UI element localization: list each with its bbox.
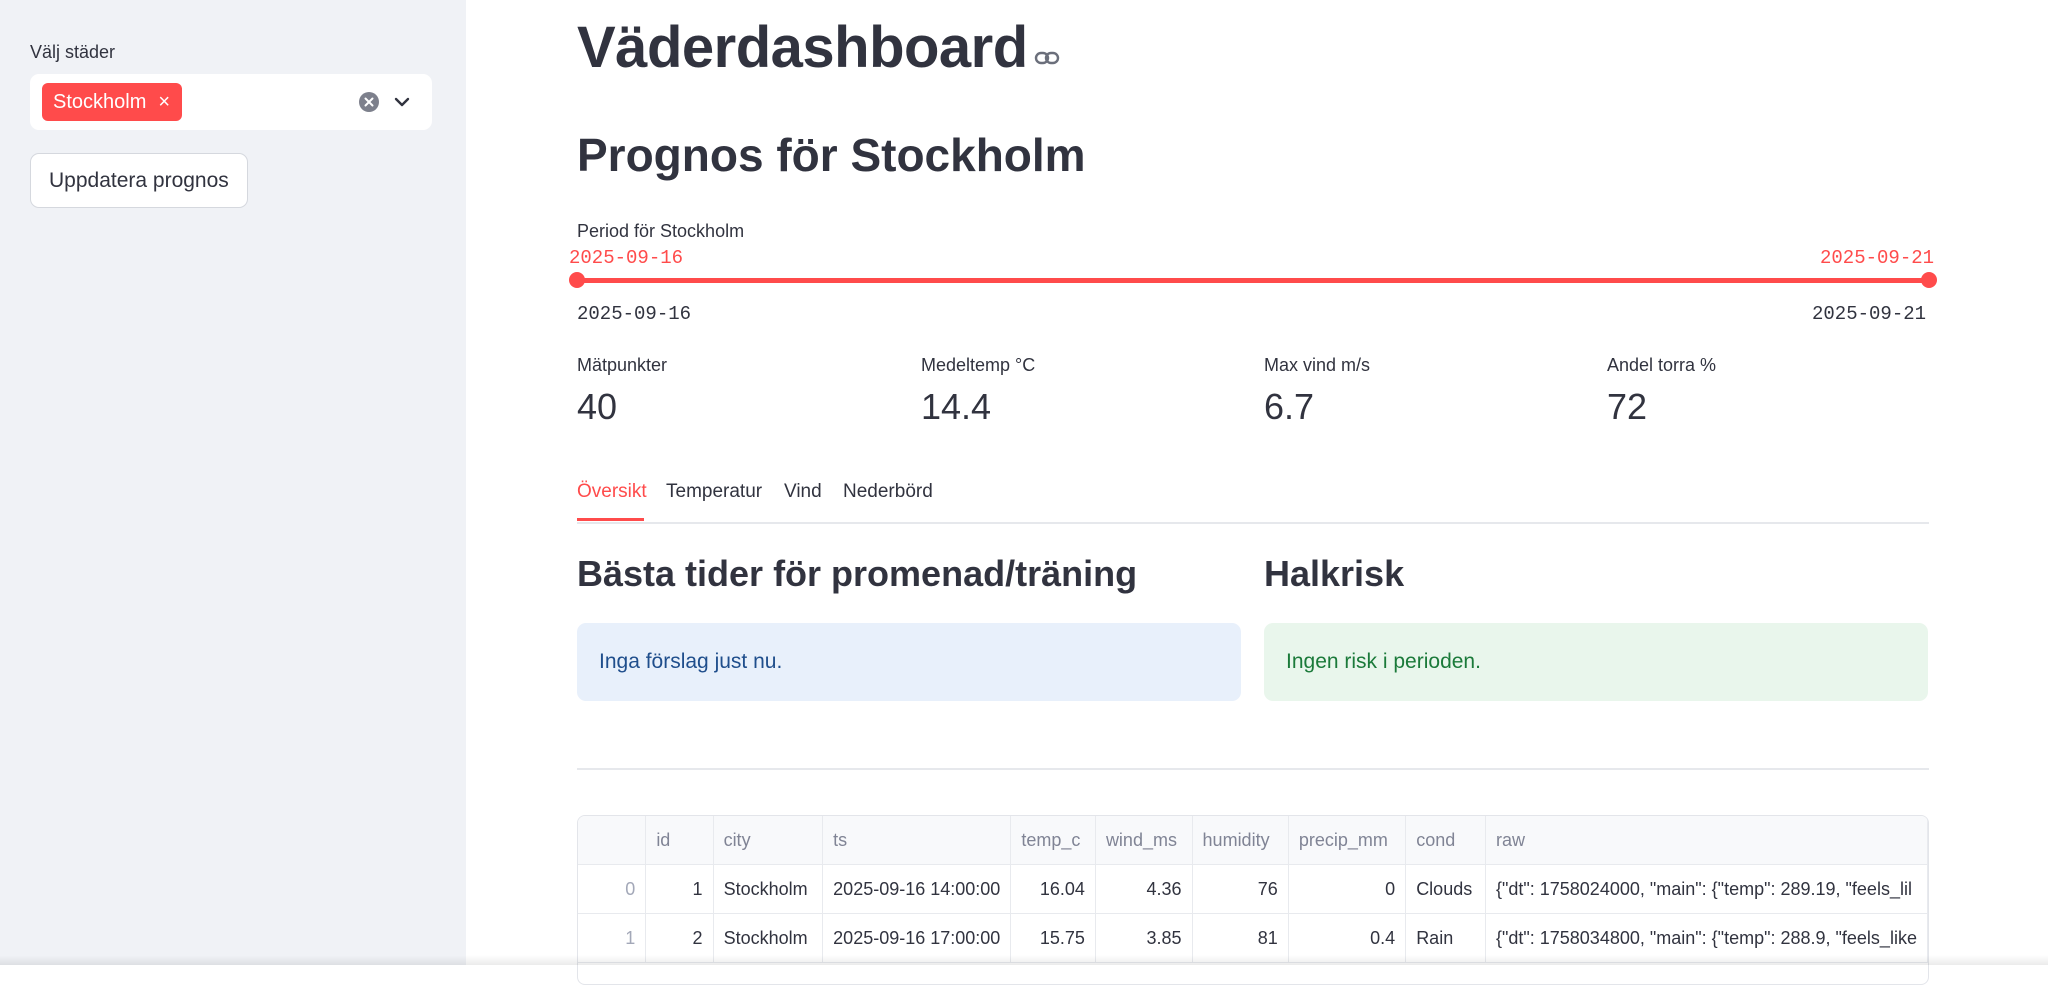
tab-vind[interactable]: Vind <box>784 481 822 503</box>
update-forecast-button[interactable]: Uppdatera prognos <box>30 153 248 208</box>
table-row[interactable]: 1 2 Stockholm 2025-09-16 17:00:00 15.75 … <box>578 913 1928 963</box>
slider-min-label: 2025-09-16 <box>577 303 692 325</box>
column-header-precip[interactable]: precip_mm <box>1288 816 1407 865</box>
slider-start-handle[interactable] <box>569 272 585 288</box>
range-start-value: 2025-09-16 <box>569 247 684 269</box>
metric-value: 72 <box>1607 386 1648 427</box>
metric-dry-share: Andel torra % 72 <box>1607 355 1716 428</box>
info-message: Inga förslag just nu. <box>599 650 783 673</box>
tab-oversikt[interactable]: Översikt <box>577 481 647 503</box>
tab-temperatur[interactable]: Temperatur <box>666 481 762 503</box>
clear-icon[interactable] <box>358 91 380 113</box>
metric-label: Mätpunkter <box>577 355 668 375</box>
divider <box>577 768 1929 770</box>
cell-city: Stockholm <box>713 913 824 963</box>
column-header-raw[interactable]: raw <box>1485 816 1928 865</box>
metric-label: Medeltemp °C <box>921 355 1036 375</box>
active-tab-indicator <box>577 518 644 521</box>
cell-id: 1 <box>645 864 714 914</box>
table-row[interactable]: 0 1 Stockholm 2025-09-16 14:00:00 16.04 … <box>578 864 1928 914</box>
slip-risk-success-alert: Ingen risk i perioden. <box>1264 623 1928 701</box>
cell-temp: 16.04 <box>1010 864 1096 914</box>
cell-ts: 2025-09-16 14:00:00 <box>822 864 1012 914</box>
cell-wind: 4.36 <box>1095 864 1193 914</box>
sidebar: Välj städer Stockholm × Uppdatera progno… <box>0 0 466 965</box>
column-header-city[interactable]: city <box>713 816 824 865</box>
metric-max-wind: Max vind m/s 6.7 <box>1264 355 1370 428</box>
column-header-id[interactable]: id <box>645 816 714 865</box>
tab-nederbord[interactable]: Nederbörd <box>843 481 933 503</box>
row-index: 1 <box>578 913 647 963</box>
cell-humidity: 76 <box>1192 864 1289 914</box>
chip-remove-icon[interactable]: × <box>158 92 170 112</box>
cell-city: Stockholm <box>713 864 824 914</box>
cell-ts: 2025-09-16 17:00:00 <box>822 913 1012 963</box>
cell-id: 2 <box>645 913 714 963</box>
city-multiselect[interactable]: Stockholm × <box>30 74 432 130</box>
tab-bar: Översikt Temperatur Vind Nederbörd <box>577 474 1929 524</box>
period-slider-track[interactable] <box>577 278 1929 283</box>
metric-mean-temp: Medeltemp °C 14.4 <box>921 355 1035 428</box>
slip-risk-heading: Halkrisk <box>1264 553 1405 594</box>
cell-temp: 15.75 <box>1010 913 1096 963</box>
metric-data-points: Mätpunkter 40 <box>577 355 667 428</box>
cell-raw: {"dt": 1758034800, "main": {"temp": 288.… <box>1485 913 1928 963</box>
data-table[interactable]: id city ts temp_c wind_ms humidity preci… <box>577 815 1929 985</box>
metric-label: Andel torra % <box>1607 355 1717 375</box>
metric-label: Max vind m/s <box>1264 355 1371 375</box>
link-icon[interactable] <box>1033 44 1061 72</box>
page-title: Väderdashboard <box>577 15 1028 80</box>
metric-value: 40 <box>577 386 618 427</box>
cell-raw: {"dt": 1758024000, "main": {"temp": 289.… <box>1485 864 1928 914</box>
metric-value: 6.7 <box>1264 386 1315 427</box>
column-header-temp[interactable]: temp_c <box>1010 816 1096 865</box>
selected-city-chip[interactable]: Stockholm × <box>42 83 183 121</box>
range-end-value: 2025-09-21 <box>1820 247 1935 269</box>
best-times-heading: Bästa tider för promenad/träning <box>577 553 1138 594</box>
column-header-humidity[interactable]: humidity <box>1192 816 1289 865</box>
cell-precip: 0 <box>1288 864 1407 914</box>
success-message: Ingen risk i perioden. <box>1286 650 1481 673</box>
chevron-down-icon[interactable] <box>392 92 412 112</box>
main-content: Väderdashboard Prognos för Stockholm Per… <box>466 0 2048 985</box>
slider-max-label: 2025-09-21 <box>1812 303 1927 325</box>
column-header-index[interactable] <box>578 816 647 865</box>
table-header-row: id city ts temp_c wind_ms humidity preci… <box>578 816 1928 865</box>
column-header-ts[interactable]: ts <box>822 816 1012 865</box>
cell-cond: Rain <box>1405 913 1486 963</box>
column-header-wind[interactable]: wind_ms <box>1095 816 1193 865</box>
cell-wind: 3.85 <box>1095 913 1193 963</box>
slider-end-handle[interactable] <box>1921 272 1937 288</box>
column-header-cond[interactable]: cond <box>1405 816 1486 865</box>
city-select-label: Välj städer <box>30 42 116 62</box>
cell-cond: Clouds <box>1405 864 1486 914</box>
cell-humidity: 81 <box>1192 913 1289 963</box>
chip-label: Stockholm <box>53 90 147 113</box>
best-times-info-alert: Inga förslag just nu. <box>577 623 1241 701</box>
forecast-heading: Prognos för Stockholm <box>577 129 1086 181</box>
metric-value: 14.4 <box>921 386 992 427</box>
cell-precip: 0.4 <box>1288 913 1407 963</box>
period-slider-label: Period för Stockholm <box>577 221 745 241</box>
row-index: 0 <box>578 864 647 914</box>
